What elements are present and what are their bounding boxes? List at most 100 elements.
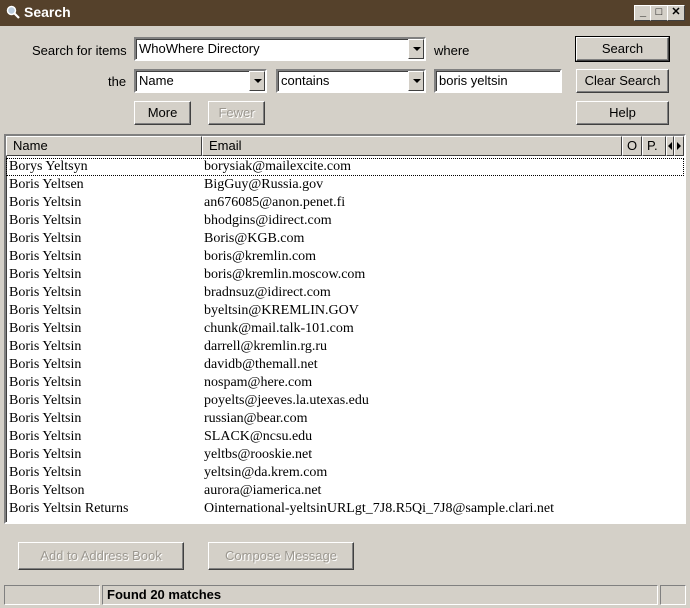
chevron-down-icon[interactable] (408, 39, 424, 59)
table-row[interactable]: Boris Yeltsin SLACK@ncsu.edu (6, 428, 684, 446)
fewer-label: Fewer (218, 105, 255, 120)
help-label: Help (609, 105, 636, 120)
table-row[interactable]: Boris Yeltsin boris@kremlin.com (6, 248, 684, 266)
resize-grip[interactable] (660, 585, 686, 605)
clear-search-button[interactable]: Clear Search (576, 69, 669, 93)
help-button[interactable]: Help (576, 101, 669, 125)
arrow-left-icon (668, 142, 672, 150)
row-email: yeltbs@rooskie.net (204, 447, 313, 462)
table-row[interactable]: Boris Yeltsin chunk@mail.talk-101.com (6, 320, 684, 338)
row-name: Boris Yeltsin (9, 465, 82, 480)
table-row[interactable]: Boris Yeltson aurora@iamerica.net (6, 482, 684, 500)
directory-value: WhoWhere Directory (139, 41, 260, 56)
row-email: darrell@kremlin.rg.ru (204, 339, 328, 354)
condition-select[interactable]: contains (276, 69, 426, 93)
status-cell-left (4, 585, 100, 605)
results-rows: Borys Yeltsyn borysiak@mailexcite.com Bori… (6, 158, 684, 518)
row-name: Boris Yeltsin (9, 375, 82, 390)
field-select[interactable]: Name (134, 69, 267, 93)
row-name: Boris Yeltsin (9, 267, 82, 282)
query-value: boris yeltsin (439, 73, 508, 88)
row-email: yeltsin@da.krem.com (204, 465, 328, 480)
row-name: Boris Yeltsin (9, 231, 82, 246)
status-text: Found 20 matches (107, 587, 222, 602)
status-message: Found 20 matches (102, 585, 658, 605)
search-for-label: Search for items (32, 43, 127, 58)
column-name-label: Name (13, 138, 48, 153)
row-name: Boris Yeltson (9, 483, 85, 498)
table-row[interactable]: Boris Yeltsin byeltsin@KREMLIN.GOV (6, 302, 684, 320)
compose-message-label: Compose Message (225, 548, 337, 563)
row-name: Boris Yeltsin (9, 213, 82, 228)
row-email: Boris@KGB.com (204, 231, 305, 246)
table-row[interactable]: Boris Yeltsin boris@kremlin.moscow.com (6, 266, 684, 284)
table-row[interactable]: Boris Yeltsin russian@bear.com (6, 410, 684, 428)
query-input[interactable]: boris yeltsin (434, 69, 562, 93)
row-email: chunk@mail.talk-101.com (204, 321, 354, 336)
table-row[interactable]: Boris Yeltsin an676085@anon.penet.fi (6, 194, 684, 212)
fewer-button[interactable]: Fewer (208, 101, 265, 125)
the-label: the (108, 74, 127, 89)
table-row[interactable]: Boris Yeltsin Returns Ointernational-yelt… (6, 500, 684, 518)
more-button[interactable]: More (134, 101, 191, 125)
table-row[interactable]: Boris Yeltsin davidb@themall.net (6, 356, 684, 374)
table-row[interactable]: Boris Yeltsin poyelts@jeeves.la.utexas.ed… (6, 392, 684, 410)
row-name: Boris Yeltsin (9, 429, 82, 444)
column-header-name[interactable]: Name (6, 136, 202, 156)
table-row[interactable]: Boris Yeltsin yeltsin@da.krem.com (6, 464, 684, 482)
chevron-down-icon[interactable] (408, 71, 424, 91)
row-email: russian@bear.com (204, 411, 308, 426)
table-row[interactable]: Boris Yeltsin Boris@KGB.com (6, 230, 684, 248)
row-email: an676085@anon.penet.fi (204, 195, 346, 210)
directory-select[interactable]: WhoWhere Directory (134, 37, 426, 61)
row-email: borysiak@mailexcite.com (204, 159, 352, 174)
where-label: where (434, 43, 470, 58)
row-email: bhodgins@idirect.com (204, 213, 332, 228)
column-header-email[interactable]: Email (202, 136, 622, 156)
maximize-button[interactable]: □ (650, 5, 668, 21)
table-row[interactable]: Boris Yeltsen BigGuy@Russia.gov (6, 176, 684, 194)
row-email: aurora@iamerica.net (204, 483, 322, 498)
row-name: Boris Yeltsin (9, 393, 82, 408)
row-name: Boris Yeltsin (9, 447, 82, 462)
row-name: Boris Yeltsen (9, 177, 84, 192)
row-email: boris@kremlin.moscow.com (204, 267, 366, 282)
field-value: Name (139, 73, 174, 88)
table-row[interactable]: Borys Yeltsyn borysiak@mailexcite.com (6, 158, 684, 176)
table-row[interactable]: Boris Yeltsin darrell@kremlin.rg.ru (6, 338, 684, 356)
title-bar[interactable]: Search _ □ ✕ (0, 0, 690, 26)
chevron-down-icon[interactable] (249, 71, 265, 91)
row-email: nospam@here.com (204, 375, 313, 390)
add-to-address-book-label: Add to Address Book (40, 548, 162, 563)
magnifier-icon (6, 5, 20, 19)
scroll-left-arrow[interactable] (666, 136, 674, 156)
search-button-label: Search (601, 41, 644, 56)
window-title: Search (24, 4, 71, 20)
table-row[interactable]: Boris Yeltsin bradnsuz@idirect.com (6, 284, 684, 302)
add-to-address-book-button[interactable]: Add to Address Book (18, 542, 184, 570)
row-name: Boris Yeltsin (9, 303, 82, 318)
table-row[interactable]: Boris Yeltsin yeltbs@rooskie.net (6, 446, 684, 464)
condition-value: contains (281, 73, 330, 88)
table-row[interactable]: Boris Yeltsin bhodgins@idirect.com (6, 212, 684, 230)
row-email: boris@kremlin.com (204, 249, 317, 264)
table-row[interactable]: Boris Yeltsin nospam@here.com (6, 374, 684, 392)
row-email: poyelts@jeeves.la.utexas.edu (204, 393, 369, 408)
row-name: Boris Yeltsin Returns (9, 501, 129, 516)
scroll-right-arrow[interactable] (674, 136, 684, 156)
column-p-label: P. (647, 138, 658, 153)
row-email: SLACK@ncsu.edu (204, 429, 313, 444)
more-label: More (147, 105, 178, 120)
row-name: Boris Yeltsin (9, 321, 82, 336)
row-email: davidb@themall.net (204, 357, 318, 372)
column-header-o[interactable]: O (622, 136, 642, 156)
row-name: Boris Yeltsin (9, 285, 82, 300)
results-list[interactable]: Name Email O P. Borys Yeltsyn borysiak@ma… (4, 134, 686, 524)
close-button[interactable]: ✕ (667, 5, 685, 21)
clear-search-label: Clear Search (584, 73, 661, 88)
search-button[interactable]: Search (575, 36, 670, 62)
row-name: Boris Yeltsin (9, 195, 82, 210)
row-email: Ointernational-yeltsinURLgt_7J8.R5Qi_7J8… (204, 501, 554, 516)
compose-message-button[interactable]: Compose Message (208, 542, 354, 570)
column-header-p[interactable]: P. (642, 136, 666, 156)
